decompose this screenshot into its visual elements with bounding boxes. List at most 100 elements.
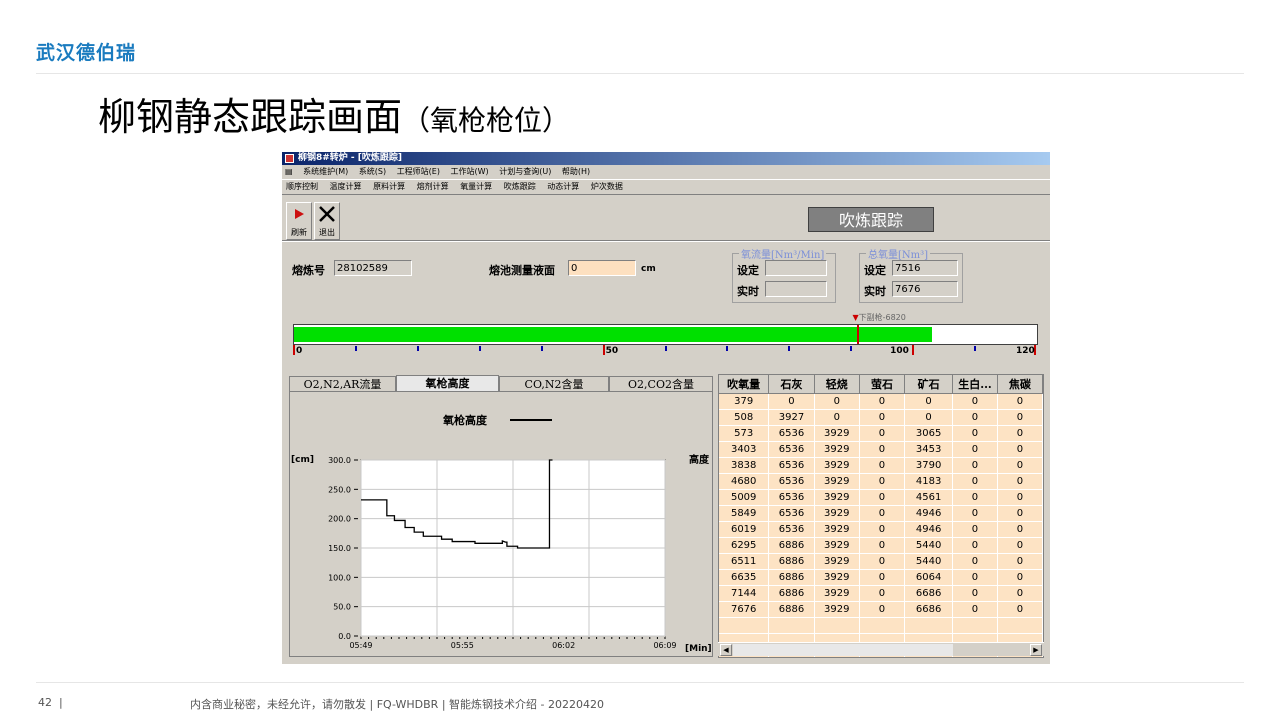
table-cell: 0 <box>997 537 1043 554</box>
table-cell: 6886 <box>768 537 815 554</box>
table-cell: 573 <box>719 425 770 442</box>
table-cell: 3403 <box>719 441 770 458</box>
scroll-right-icon[interactable]: ▶ <box>1030 644 1042 656</box>
table-cell: 0 <box>859 537 906 554</box>
nav-heat-data[interactable]: 炉次数据 <box>591 182 623 191</box>
table-row[interactable]: 3403 6536 3929 0 3453 0 0 <box>719 441 1043 458</box>
table-row[interactable]: 7676 6886 3929 0 6686 0 0 <box>719 601 1043 618</box>
blowing-progress-bar <box>293 324 1038 345</box>
table-hscrollbar[interactable]: ◀ ▶ <box>718 642 1044 656</box>
scroll-left-icon[interactable]: ◀ <box>720 644 732 656</box>
oxygen-flow-actual-field[interactable] <box>765 281 827 297</box>
table-row[interactable]: 379 0 0 0 0 0 0 <box>719 393 1043 410</box>
table-cell: 0 <box>952 521 998 538</box>
table-cell: 6536 <box>768 473 815 490</box>
y-tick-label: 150.0 <box>328 544 351 553</box>
y-axis-label: [cm] <box>291 455 314 465</box>
table-header-cell[interactable]: 石灰 <box>768 375 815 394</box>
tab-lance-height[interactable]: 氧枪高度 <box>396 375 499 392</box>
table-cell: 379 <box>719 393 770 410</box>
table-row[interactable]: 6511 6886 3929 0 5440 0 0 <box>719 553 1043 570</box>
nav-flux[interactable]: 熔剂计算 <box>417 182 449 191</box>
oxygen-total-set-field[interactable]: 7516 <box>892 260 958 276</box>
slide-title-sub: （氧枪枪位） <box>402 104 571 137</box>
y-tick-label: 0.0 <box>338 632 351 641</box>
top-divider <box>36 73 1244 74</box>
table-cell: 0 <box>859 393 906 410</box>
nav-material[interactable]: 原料计算 <box>373 182 405 191</box>
y-tick-label: 250.0 <box>328 485 351 494</box>
table-cell <box>768 617 815 634</box>
table-row[interactable]: 7144 6886 3929 0 6686 0 0 <box>719 585 1043 602</box>
table-cell: 3790 <box>904 457 954 474</box>
scroll-track[interactable] <box>733 644 953 656</box>
table-cell <box>952 617 998 634</box>
nav-oxygen[interactable]: 氧量计算 <box>460 182 492 191</box>
table-cell: 4946 <box>904 521 954 538</box>
scale-major-tick <box>602 345 605 355</box>
nav-sequence[interactable]: 顺序控制 <box>286 182 318 191</box>
menu-item-help[interactable]: 帮助(H) <box>562 167 590 176</box>
table-cell: 0 <box>814 393 860 410</box>
refresh-button[interactable]: 刷新 <box>286 202 312 240</box>
heat-number-label: 熔炼号 <box>292 264 325 277</box>
table-cell: 6686 <box>904 601 954 618</box>
table-row[interactable]: 573 6536 3929 0 3065 0 0 <box>719 425 1043 442</box>
table-row[interactable]: 6295 6886 3929 0 5440 0 0 <box>719 537 1043 554</box>
table-cell: 0 <box>997 489 1043 506</box>
scale-tick <box>974 346 977 351</box>
table-row[interactable]: 6635 6886 3929 0 6064 0 0 <box>719 569 1043 586</box>
heat-number-field[interactable]: 28102589 <box>334 260 412 276</box>
table-cell: 0 <box>952 601 998 618</box>
table-row[interactable]: 5849 6536 3929 0 4946 0 0 <box>719 505 1043 522</box>
table-header-cell[interactable]: 矿石 <box>904 375 954 394</box>
menu-item-plan-query[interactable]: 计划与查询(U) <box>499 167 551 176</box>
menu-item-workstation[interactable]: 工作站(W) <box>451 167 489 176</box>
oxygen-total-actual-label: 实时 <box>864 285 886 298</box>
menu-item-engineer[interactable]: 工程师站(E) <box>397 167 440 176</box>
exit-button[interactable]: 退出 <box>314 202 340 240</box>
table-cell: 0 <box>997 521 1043 538</box>
table-cell: 0 <box>952 585 998 602</box>
scale-major-tick <box>912 345 915 355</box>
table-cell: 508 <box>719 409 770 426</box>
table-cell: 6886 <box>768 601 815 618</box>
scale-tick <box>850 346 853 351</box>
table-cell: 0 <box>952 473 998 490</box>
menu-item-system[interactable]: 系统(S) <box>359 167 386 176</box>
bath-level-input[interactable]: 0 <box>568 260 636 276</box>
table-header-cell[interactable]: 吹氧量 <box>719 375 770 394</box>
tab-co-n2[interactable]: CO,N2含量 <box>499 376 609 391</box>
menu-doc-icon[interactable]: ▤ <box>285 167 293 176</box>
table-row[interactable]: 4680 6536 3929 0 4183 0 0 <box>719 473 1043 490</box>
table-header-cell[interactable]: 焦碳 <box>997 375 1043 394</box>
tab-o2-co2[interactable]: O2,CO2含量 <box>609 376 713 391</box>
brand-logo: 武汉德伯瑞 <box>36 42 137 64</box>
table-row[interactable]: 3838 6536 3929 0 3790 0 0 <box>719 457 1043 474</box>
table-header-cell[interactable]: 轻烧 <box>814 375 860 394</box>
table-row[interactable]: 508 3927 0 0 0 0 0 <box>719 409 1043 426</box>
nav-temperature[interactable]: 温度计算 <box>330 182 362 191</box>
oxygen-total-actual-field[interactable]: 7676 <box>892 281 958 297</box>
page-number: 42 | <box>38 696 63 709</box>
nav-dynamic[interactable]: 动态计算 <box>547 182 579 191</box>
window-title: 柳钢8#转炉 - [吹炼跟踪] <box>298 153 403 163</box>
charge-data-table: 吹氧量 石灰 轻烧 萤石 矿石 生白... 焦碳 379 0 0 0 0 0 0 508 3927 0 0 0 0 0… <box>719 375 1043 657</box>
nav-blowing[interactable]: 吹炼跟踪 <box>504 182 536 191</box>
table-row[interactable]: 6019 6536 3929 0 4946 0 0 <box>719 521 1043 538</box>
page-number-value: 42 <box>38 696 52 709</box>
bath-level-label: 熔池测量液面 <box>489 264 555 277</box>
table-cell: 4946 <box>904 505 954 522</box>
oxygen-flow-set-field[interactable] <box>765 260 827 276</box>
table-header-cell[interactable]: 萤石 <box>859 375 906 394</box>
table-cell: 0 <box>997 601 1043 618</box>
lance-marker-label: ▼下副枪-6820 <box>852 312 905 323</box>
tab-flow[interactable]: O2,N2,AR流量 <box>289 376 396 391</box>
table-header-cell[interactable]: 生白... <box>952 375 998 394</box>
x-axis-label: [Min] <box>685 644 712 654</box>
table-header-row: 吹氧量 石灰 轻烧 萤石 矿石 生白... 焦碳 <box>719 375 1043 394</box>
menu-item-maintenance[interactable]: 系统维护(M) <box>303 167 348 176</box>
table-row[interactable]: 5009 6536 3929 0 4561 0 0 <box>719 489 1043 506</box>
nav-bar: 顺序控制 温度计算 原料计算 熔剂计算 氧量计算 吹炼跟踪 动态计算 炉次数据 <box>282 179 1050 195</box>
table-cell: 5009 <box>719 489 770 506</box>
